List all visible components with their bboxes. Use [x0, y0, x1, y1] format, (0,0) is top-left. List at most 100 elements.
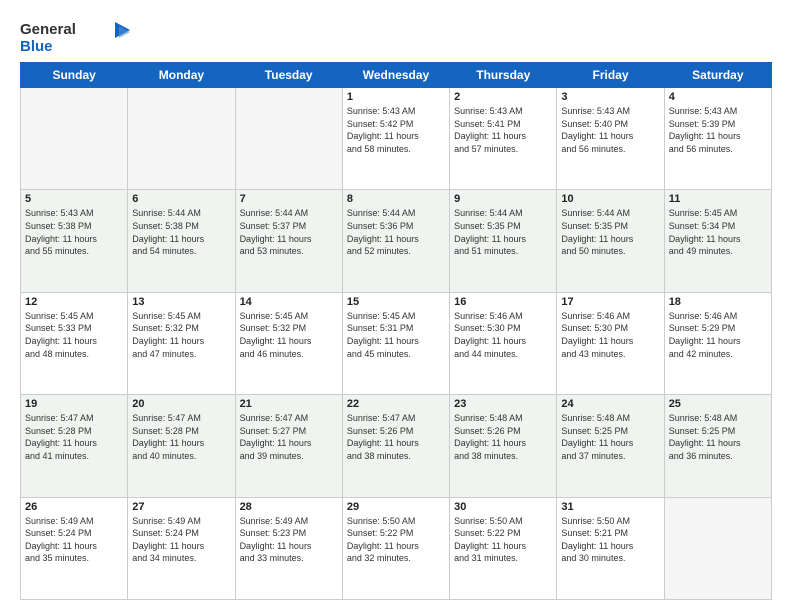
- day-number: 29: [347, 501, 445, 513]
- calendar-cell: 29 Sunrise: 5:50 AMSunset: 5:22 PMDayligh…: [342, 497, 449, 599]
- header: General Blue: [20, 18, 772, 56]
- day-number: 14: [240, 296, 338, 308]
- calendar-cell: [235, 88, 342, 190]
- day-info: Sunrise: 5:45 AMSunset: 5:32 PMDaylight:…: [240, 310, 338, 360]
- day-info: Sunrise: 5:46 AMSunset: 5:30 PMDaylight:…: [561, 310, 659, 360]
- day-header-thursday: Thursday: [450, 63, 557, 88]
- svg-text:General: General: [20, 21, 76, 38]
- calendar-cell: 23 Sunrise: 5:48 AMSunset: 5:26 PMDayligh…: [450, 395, 557, 497]
- day-info: Sunrise: 5:47 AMSunset: 5:26 PMDaylight:…: [347, 412, 445, 462]
- day-info: Sunrise: 5:43 AMSunset: 5:38 PMDaylight:…: [25, 207, 123, 257]
- calendar-cell: 3 Sunrise: 5:43 AMSunset: 5:40 PMDaylight…: [557, 88, 664, 190]
- calendar-cell: 1 Sunrise: 5:43 AMSunset: 5:42 PMDaylight…: [342, 88, 449, 190]
- calendar-cell: 16Sunrise: 5:46 AMSunset: 5:30 PMDayligh…: [450, 292, 557, 394]
- calendar-cell: 17Sunrise: 5:46 AMSunset: 5:30 PMDayligh…: [557, 292, 664, 394]
- day-info: Sunrise: 5:43 AMSunset: 5:41 PMDaylight:…: [454, 105, 552, 155]
- day-info: Sunrise: 5:49 AMSunset: 5:24 PMDaylight:…: [25, 515, 123, 565]
- day-number: 6: [132, 193, 230, 205]
- day-number: 10: [561, 193, 659, 205]
- day-number: 25: [669, 398, 767, 410]
- calendar-cell: 4 Sunrise: 5:43 AMSunset: 5:39 PMDaylight…: [664, 88, 771, 190]
- day-number: 3: [561, 91, 659, 103]
- calendar-cell: 31 Sunrise: 5:50 AMSunset: 5:21 PMDayligh…: [557, 497, 664, 599]
- calendar-cell: 30 Sunrise: 5:50 AMSunset: 5:22 PMDayligh…: [450, 497, 557, 599]
- day-info: Sunrise: 5:47 AMSunset: 5:28 PMDaylight:…: [25, 412, 123, 462]
- day-number: 2: [454, 91, 552, 103]
- calendar-cell: 15Sunrise: 5:45 AMSunset: 5:31 PMDayligh…: [342, 292, 449, 394]
- day-number: 12: [25, 296, 123, 308]
- day-header-saturday: Saturday: [664, 63, 771, 88]
- calendar-cell: 19 Sunrise: 5:47 AMSunset: 5:28 PMDayligh…: [21, 395, 128, 497]
- day-number: 24: [561, 398, 659, 410]
- day-info: Sunrise: 5:50 AMSunset: 5:21 PMDaylight:…: [561, 515, 659, 565]
- calendar-cell: 8Sunrise: 5:44 AMSunset: 5:36 PMDaylight…: [342, 190, 449, 292]
- calendar-cell: 18 Sunrise: 5:46 AMSunset: 5:29 PMDayligh…: [664, 292, 771, 394]
- calendar-cell: 26 Sunrise: 5:49 AMSunset: 5:24 PMDayligh…: [21, 497, 128, 599]
- day-number: 31: [561, 501, 659, 513]
- calendar-cell: [21, 88, 128, 190]
- day-info: Sunrise: 5:49 AMSunset: 5:24 PMDaylight:…: [132, 515, 230, 565]
- day-number: 1: [347, 91, 445, 103]
- day-number: 20: [132, 398, 230, 410]
- day-info: Sunrise: 5:45 AMSunset: 5:34 PMDaylight:…: [669, 207, 767, 257]
- calendar-cell: [128, 88, 235, 190]
- day-number: 27: [132, 501, 230, 513]
- calendar-cell: 22 Sunrise: 5:47 AMSunset: 5:26 PMDayligh…: [342, 395, 449, 497]
- day-header-monday: Monday: [128, 63, 235, 88]
- page: General Blue SundayMondayTuesdayWednesda…: [0, 0, 792, 612]
- day-info: Sunrise: 5:50 AMSunset: 5:22 PMDaylight:…: [347, 515, 445, 565]
- day-number: 4: [669, 91, 767, 103]
- svg-text:Blue: Blue: [20, 38, 53, 55]
- day-info: Sunrise: 5:43 AMSunset: 5:42 PMDaylight:…: [347, 105, 445, 155]
- day-info: Sunrise: 5:47 AMSunset: 5:28 PMDaylight:…: [132, 412, 230, 462]
- logo-svg: General Blue: [20, 18, 130, 56]
- day-info: Sunrise: 5:44 AMSunset: 5:35 PMDaylight:…: [561, 207, 659, 257]
- calendar-cell: [664, 497, 771, 599]
- day-number: 26: [25, 501, 123, 513]
- day-info: Sunrise: 5:50 AMSunset: 5:22 PMDaylight:…: [454, 515, 552, 565]
- day-number: 18: [669, 296, 767, 308]
- day-number: 28: [240, 501, 338, 513]
- calendar-cell: 28 Sunrise: 5:49 AMSunset: 5:23 PMDayligh…: [235, 497, 342, 599]
- day-info: Sunrise: 5:47 AMSunset: 5:27 PMDaylight:…: [240, 412, 338, 462]
- day-info: Sunrise: 5:48 AMSunset: 5:25 PMDaylight:…: [669, 412, 767, 462]
- calendar-cell: 27 Sunrise: 5:49 AMSunset: 5:24 PMDayligh…: [128, 497, 235, 599]
- day-info: Sunrise: 5:49 AMSunset: 5:23 PMDaylight:…: [240, 515, 338, 565]
- day-number: 23: [454, 398, 552, 410]
- calendar-cell: 13Sunrise: 5:45 AMSunset: 5:32 PMDayligh…: [128, 292, 235, 394]
- day-header-sunday: Sunday: [21, 63, 128, 88]
- day-info: Sunrise: 5:45 AMSunset: 5:32 PMDaylight:…: [132, 310, 230, 360]
- calendar-cell: 20 Sunrise: 5:47 AMSunset: 5:28 PMDayligh…: [128, 395, 235, 497]
- day-info: Sunrise: 5:44 AMSunset: 5:37 PMDaylight:…: [240, 207, 338, 257]
- day-number: 11: [669, 193, 767, 205]
- day-info: Sunrise: 5:46 AMSunset: 5:30 PMDaylight:…: [454, 310, 552, 360]
- calendar-cell: 2 Sunrise: 5:43 AMSunset: 5:41 PMDaylight…: [450, 88, 557, 190]
- day-header-friday: Friday: [557, 63, 664, 88]
- calendar-cell: 7 Sunrise: 5:44 AMSunset: 5:37 PMDaylight…: [235, 190, 342, 292]
- calendar-cell: 6 Sunrise: 5:44 AMSunset: 5:38 PMDaylight…: [128, 190, 235, 292]
- day-header-wednesday: Wednesday: [342, 63, 449, 88]
- day-info: Sunrise: 5:43 AMSunset: 5:40 PMDaylight:…: [561, 105, 659, 155]
- day-number: 19: [25, 398, 123, 410]
- day-number: 8: [347, 193, 445, 205]
- day-info: Sunrise: 5:48 AMSunset: 5:25 PMDaylight:…: [561, 412, 659, 462]
- calendar-cell: 21 Sunrise: 5:47 AMSunset: 5:27 PMDayligh…: [235, 395, 342, 497]
- day-info: Sunrise: 5:45 AMSunset: 5:33 PMDaylight:…: [25, 310, 123, 360]
- day-number: 21: [240, 398, 338, 410]
- logo: General Blue: [20, 18, 130, 56]
- day-header-tuesday: Tuesday: [235, 63, 342, 88]
- day-number: 30: [454, 501, 552, 513]
- day-number: 22: [347, 398, 445, 410]
- day-info: Sunrise: 5:44 AMSunset: 5:35 PMDaylight:…: [454, 207, 552, 257]
- day-info: Sunrise: 5:48 AMSunset: 5:26 PMDaylight:…: [454, 412, 552, 462]
- day-info: Sunrise: 5:44 AMSunset: 5:38 PMDaylight:…: [132, 207, 230, 257]
- calendar-cell: 9Sunrise: 5:44 AMSunset: 5:35 PMDaylight…: [450, 190, 557, 292]
- day-number: 15: [347, 296, 445, 308]
- calendar-cell: 12 Sunrise: 5:45 AMSunset: 5:33 PMDayligh…: [21, 292, 128, 394]
- calendar-cell: 10 Sunrise: 5:44 AMSunset: 5:35 PMDayligh…: [557, 190, 664, 292]
- calendar-cell: 14 Sunrise: 5:45 AMSunset: 5:32 PMDayligh…: [235, 292, 342, 394]
- day-info: Sunrise: 5:43 AMSunset: 5:39 PMDaylight:…: [669, 105, 767, 155]
- day-number: 7: [240, 193, 338, 205]
- calendar: SundayMondayTuesdayWednesdayThursdayFrid…: [20, 62, 772, 600]
- day-info: Sunrise: 5:46 AMSunset: 5:29 PMDaylight:…: [669, 310, 767, 360]
